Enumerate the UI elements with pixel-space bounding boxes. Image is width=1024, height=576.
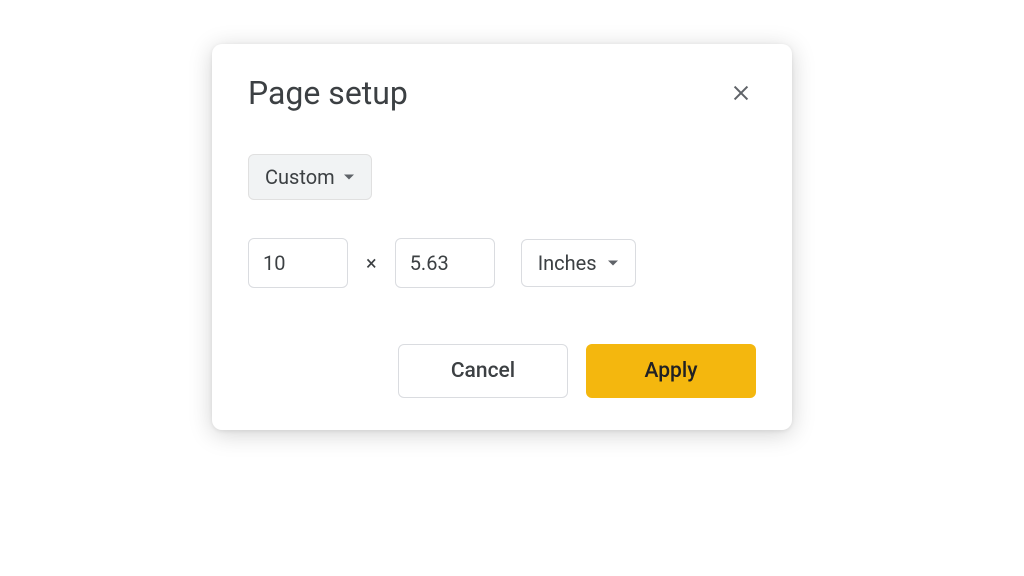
unit-dropdown-label: Inches bbox=[538, 251, 597, 275]
close-icon[interactable] bbox=[726, 78, 756, 108]
preset-dropdown-label: Custom bbox=[265, 165, 335, 189]
chevron-down-icon bbox=[343, 173, 355, 181]
page-setup-dialog: Page setup Custom × Inches Cancel Apply bbox=[212, 44, 792, 430]
chevron-down-icon bbox=[607, 259, 619, 267]
cancel-button[interactable]: Cancel bbox=[398, 344, 568, 398]
dialog-actions: Cancel Apply bbox=[248, 344, 756, 398]
dialog-title: Page setup bbox=[248, 74, 408, 112]
unit-dropdown[interactable]: Inches bbox=[521, 239, 636, 287]
preset-dropdown[interactable]: Custom bbox=[248, 154, 372, 200]
dialog-header: Page setup bbox=[248, 74, 756, 112]
height-input[interactable] bbox=[395, 238, 495, 288]
apply-button[interactable]: Apply bbox=[586, 344, 756, 398]
dimension-separator: × bbox=[366, 251, 377, 275]
dimensions-row: × Inches bbox=[248, 238, 756, 288]
width-input[interactable] bbox=[248, 238, 348, 288]
